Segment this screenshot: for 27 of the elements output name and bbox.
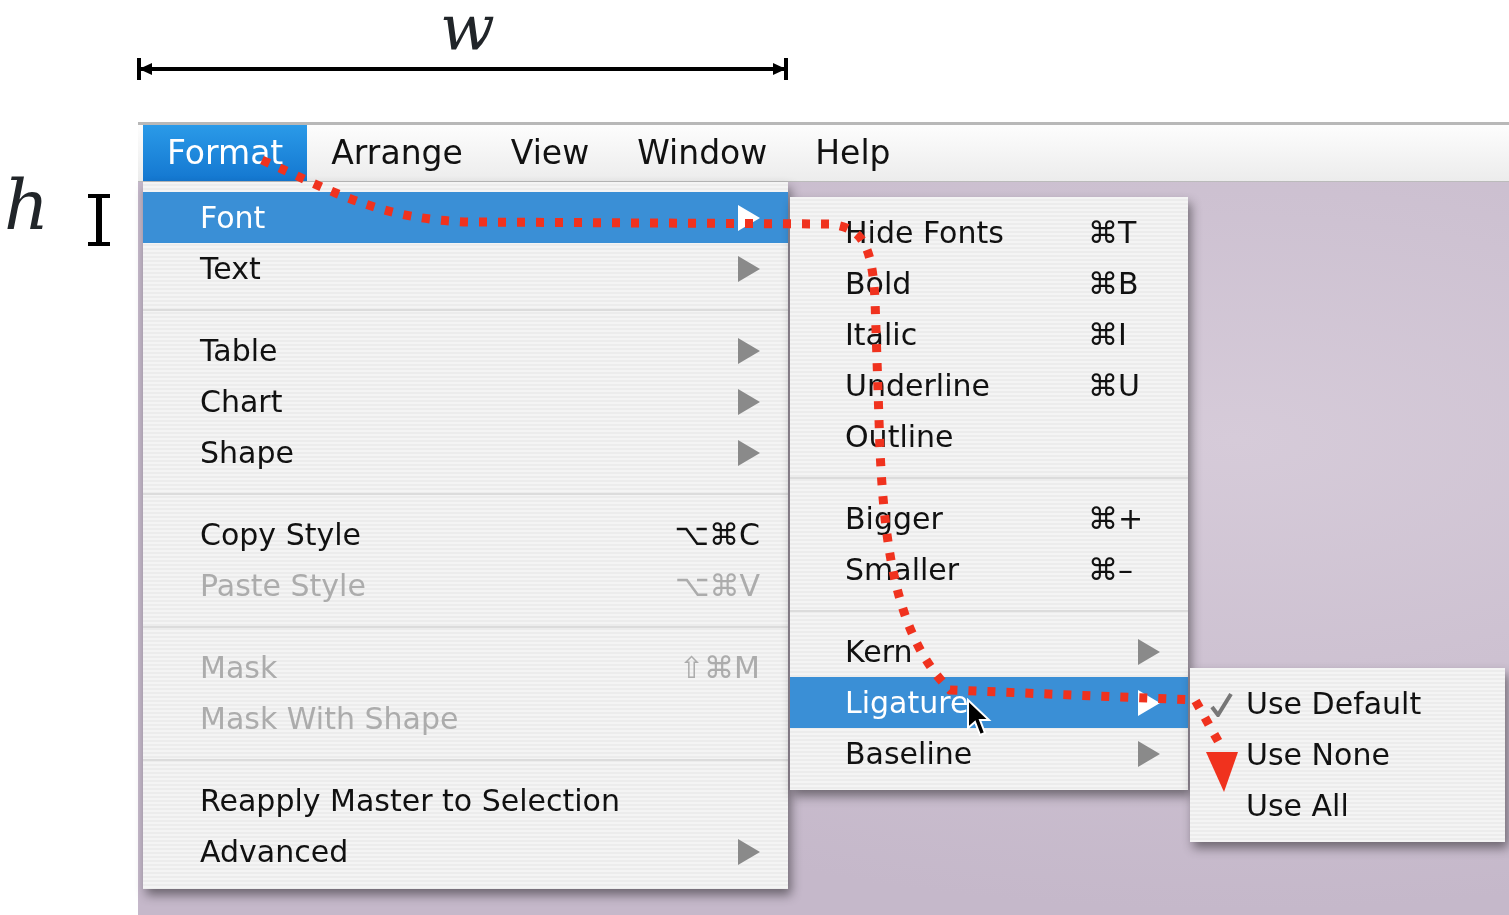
menu-item[interactable]: Use Default <box>1190 678 1505 729</box>
menu-item[interactable]: Outline <box>790 411 1188 462</box>
menu-item[interactable]: Underline ⌘U <box>790 360 1188 411</box>
height-label: h <box>4 170 50 240</box>
menu-item[interactable]: Bold ⌘B <box>790 258 1188 309</box>
mouse-cursor-icon <box>966 698 992 738</box>
menu-bar-item[interactable]: Window <box>613 125 792 181</box>
menu-item[interactable]: Copy Style ⌥⌘C <box>143 509 788 560</box>
menu-item[interactable]: Hide Fonts ⌘T <box>790 207 1188 258</box>
height-dimension-marker <box>86 193 112 247</box>
menu-item[interactable]: Chart <box>143 376 788 427</box>
menu-item[interactable]: Use None <box>1190 729 1505 780</box>
menu-item[interactable]: Advanced <box>143 826 788 877</box>
menu-item[interactable]: Use All <box>1190 780 1505 831</box>
menu-item[interactable]: Shape <box>143 427 788 478</box>
menu-bar-item[interactable]: Arrange <box>307 125 487 181</box>
menu-item[interactable]: Italic ⌘I <box>790 309 1188 360</box>
menu-item[interactable]: Bigger ⌘+ <box>790 493 1188 544</box>
menu-item[interactable]: Baseline <box>790 728 1188 779</box>
menu-item[interactable]: Text <box>143 243 788 294</box>
width-label: w <box>440 0 495 60</box>
menu-item[interactable]: Reapply Master to Selection <box>143 775 788 826</box>
menu-bar-item[interactable]: Help <box>791 125 915 181</box>
menu-bar-item[interactable]: View <box>486 125 614 181</box>
menu-item[interactable]: Table <box>143 325 788 376</box>
menu-item[interactable]: Smaller ⌘– <box>790 544 1188 595</box>
menu-bar-item[interactable]: Format <box>143 125 308 181</box>
